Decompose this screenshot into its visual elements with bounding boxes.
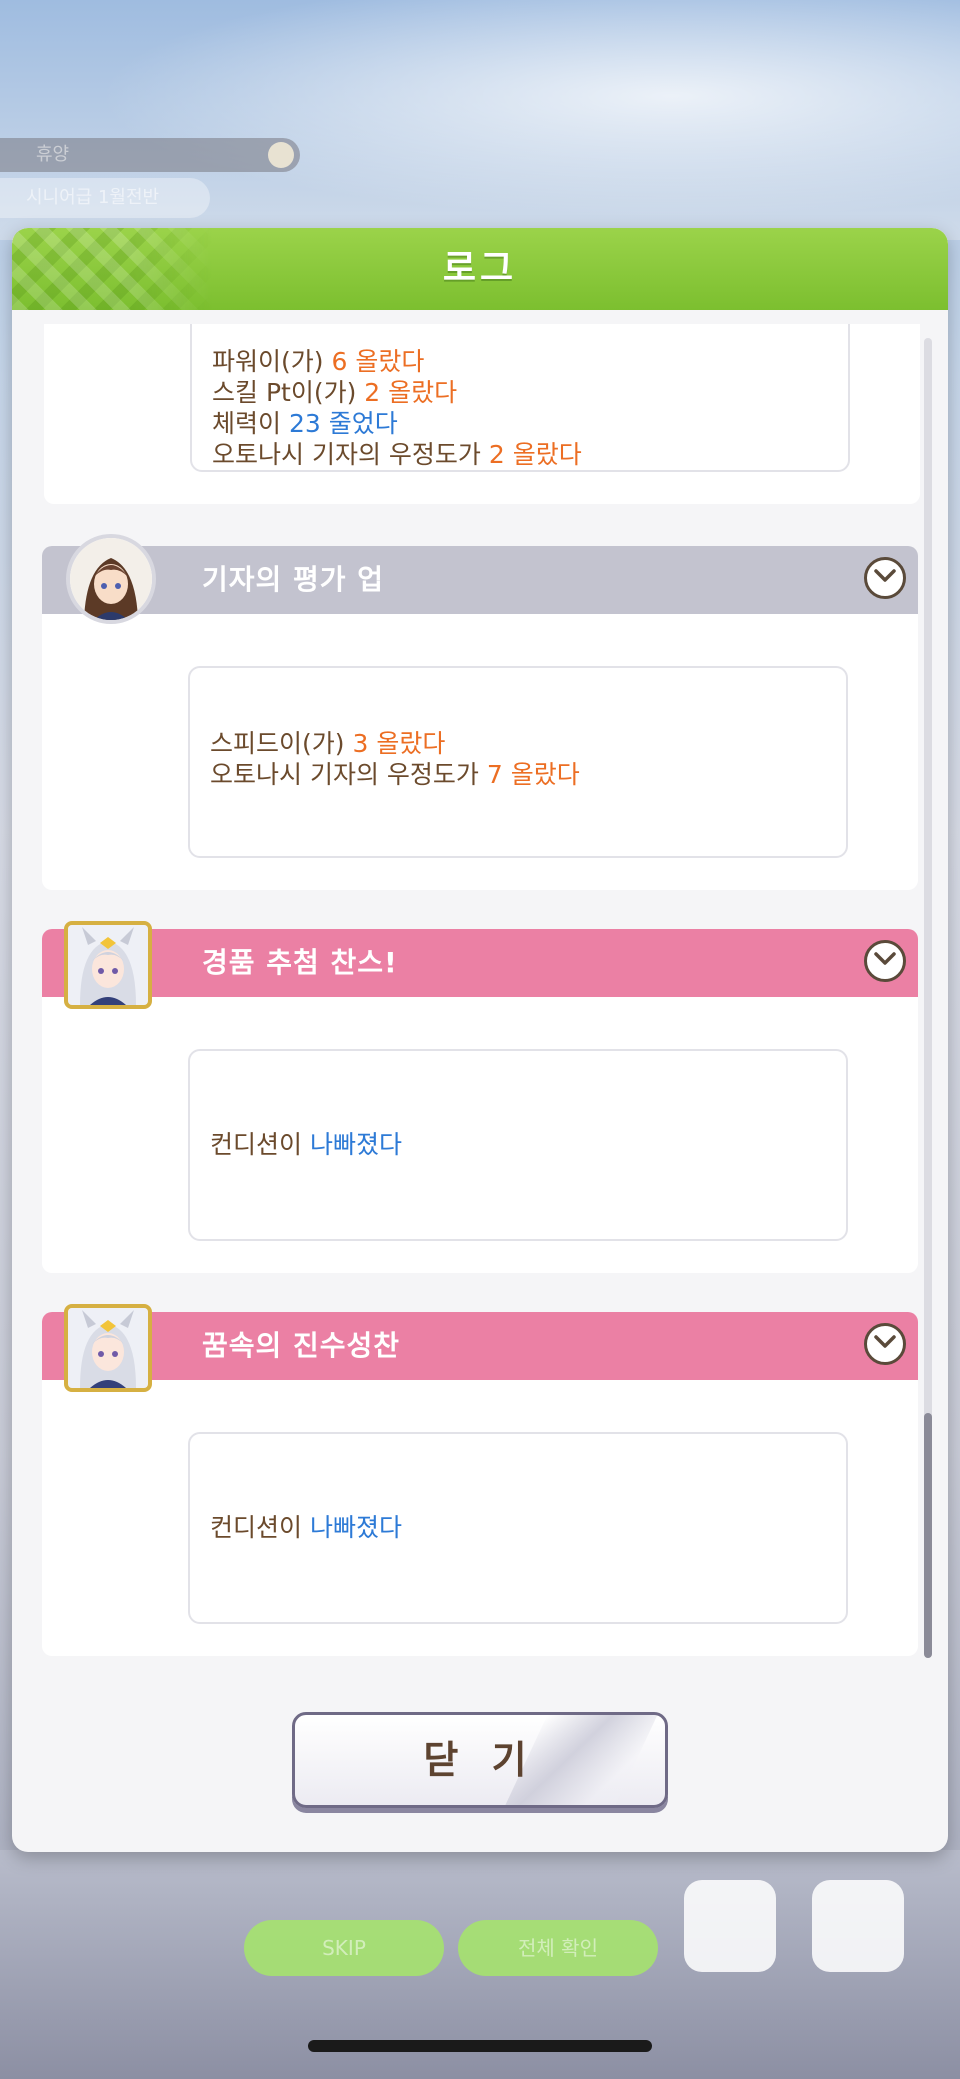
chevron-down-icon	[874, 569, 896, 582]
log-line-value: 7 올랐다	[486, 760, 580, 789]
log-entry-header[interactable]: 기자의 평가 업	[42, 546, 918, 614]
log-line: 컨디션이 나빠졌다	[210, 1129, 402, 1160]
log-line-value: 23 줄었다	[288, 409, 398, 438]
log-line-value: 6 올랐다	[331, 347, 425, 376]
log-line: 오토나시 기자의 우정도가 2 올랐다	[212, 439, 582, 470]
log-entry-title: 기자의 평가 업	[202, 563, 385, 596]
log-line-value: 나빠졌다	[309, 1513, 402, 1542]
log-line-text: 체력이	[212, 409, 289, 438]
log-entry-content: 컨디션이 나빠졌다	[188, 1049, 848, 1241]
expand-chevron-button[interactable]	[864, 557, 906, 599]
log-entry-card: 파워이(가) 6 올랐다 스킬 Pt이(가) 2 올랐다 체력이 23 줄었다 …	[44, 324, 920, 504]
home-indicator[interactable]	[308, 2040, 652, 2052]
log-line-value: 3 올랐다	[352, 729, 446, 758]
log-line-value: 나빠졌다	[309, 1130, 402, 1159]
reporter-portrait-icon	[70, 538, 152, 620]
log-line: 컨디션이 나빠졌다	[210, 1512, 402, 1543]
log-entry-title: 꿈속의 진수성찬	[202, 1329, 401, 1362]
log-line-text: 파워이(가)	[212, 347, 332, 376]
expand-chevron-button[interactable]	[864, 940, 906, 982]
expand-chevron-button[interactable]	[864, 1323, 906, 1365]
log-line: 오토나시 기자의 우정도가 7 올랐다	[210, 759, 580, 790]
log-entry-card: 꿈속의 진수성찬 컨디션이 나빠졌다	[42, 1304, 918, 1656]
log-entry-card: 기자의 평가 업 스피드이(가) 3 올랐다 오토나시 기자의 우정도가 7 올…	[42, 534, 918, 890]
log-line-text: 스킬 Pt이(가)	[212, 378, 365, 407]
log-entry-content: 스피드이(가) 3 올랐다 오토나시 기자의 우정도가 7 올랐다	[188, 666, 848, 858]
close-button[interactable]: 닫 기	[292, 1712, 668, 1808]
chevron-down-icon	[874, 1335, 896, 1348]
log-entry-header[interactable]: 경품 추첨 찬스!	[42, 929, 918, 997]
close-button-label: 닫 기	[423, 1738, 537, 1782]
log-line-value: 2 올랐다	[488, 440, 582, 469]
horse-girl-portrait-icon	[68, 925, 148, 1005]
log-line-text: 스피드이(가)	[210, 729, 353, 758]
log-entry-card: 경품 추첨 찬스! 컨디션이 나빠졌다	[42, 921, 918, 1273]
dialog-header: 로그	[12, 228, 948, 310]
background-skill-icon	[684, 1880, 776, 1972]
log-dialog: 로그 파워이(가) 6 올랐다 스킬 Pt이(가) 2 올랐다 체력이 23 줄…	[12, 228, 948, 1852]
background-menu-icon	[812, 1880, 904, 1972]
log-line: 체력이 23 줄었다	[212, 408, 398, 439]
log-line-text: 오토나시 기자의 우정도가	[212, 440, 489, 469]
log-line: 스피드이(가) 3 올랐다	[210, 728, 445, 759]
horse-girl-avatar	[64, 921, 152, 1009]
log-line: 파워이(가) 6 올랐다	[212, 346, 424, 377]
background-status-tag: 휴양	[0, 138, 300, 172]
background-tag-label: 휴양	[36, 144, 70, 165]
dialog-title: 로그	[442, 248, 518, 289]
log-line-text: 컨디션이	[210, 1130, 310, 1159]
reporter-avatar	[66, 534, 156, 624]
chevron-down-icon	[874, 952, 896, 965]
log-line-text: 오토나시 기자의 우정도가	[210, 760, 487, 789]
log-entry-content: 파워이(가) 6 올랐다 스킬 Pt이(가) 2 올랐다 체력이 23 줄었다 …	[190, 324, 850, 472]
log-entry-header[interactable]: 꿈속의 진수성찬	[42, 1312, 918, 1380]
horse-girl-portrait-icon	[68, 1308, 148, 1388]
log-list[interactable]: 파워이(가) 6 올랐다 스킬 Pt이(가) 2 올랐다 체력이 23 줄었다 …	[22, 324, 938, 1852]
background-date-tag: 시니어급 1월전반	[0, 178, 210, 218]
log-line-value: 2 올랐다	[364, 378, 458, 407]
log-line-text: 컨디션이	[210, 1513, 310, 1542]
log-entry-content: 컨디션이 나빠졌다	[188, 1432, 848, 1624]
log-line: 스킬 Pt이(가) 2 올랐다	[212, 377, 457, 408]
horse-girl-avatar	[64, 1304, 152, 1392]
log-entry-title: 경품 추첨 찬스!	[202, 946, 398, 979]
background-date-label: 시니어급 1월전반	[26, 187, 160, 208]
background-confirm-label: 전체 확인	[518, 1936, 598, 1960]
background-tag-dot	[268, 142, 294, 168]
background-confirm-button: 전체 확인	[458, 1920, 658, 1976]
background-skip-label: SKIP	[322, 1936, 366, 1960]
background-skip-button: SKIP	[244, 1920, 444, 1976]
